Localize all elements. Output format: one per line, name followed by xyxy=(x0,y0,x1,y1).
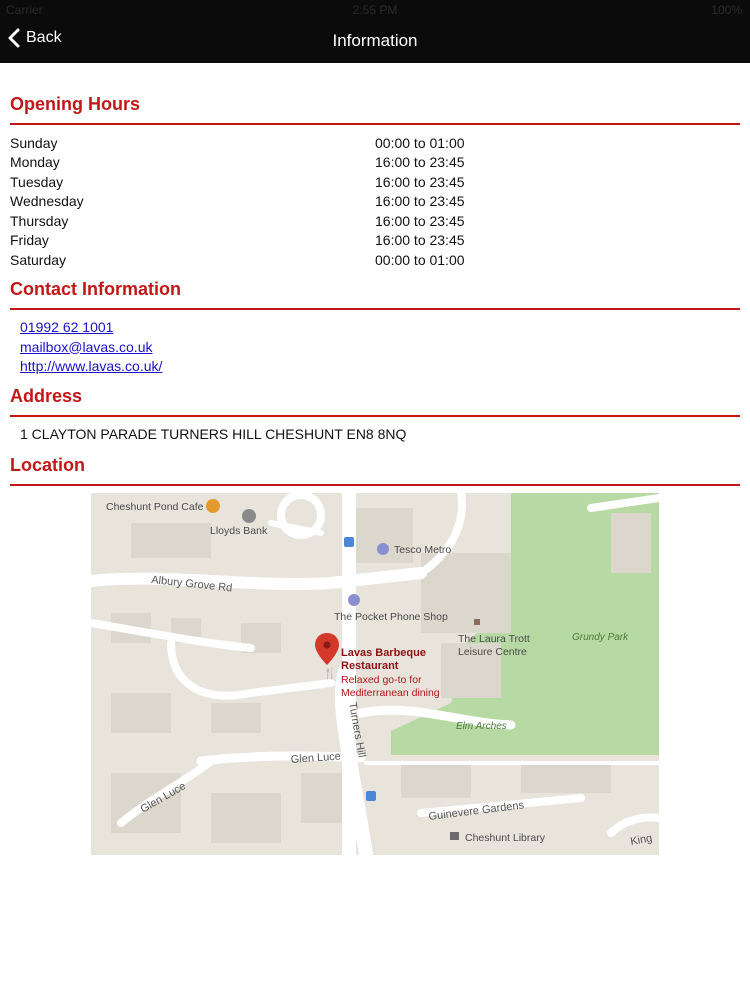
map-label: Elm Arches xyxy=(456,721,507,732)
opening-hours-title: Opening Hours xyxy=(10,94,140,114)
website-link[interactable]: http://www.lavas.co.uk/ xyxy=(20,357,162,377)
address-text: 1 CLAYTON PARADE TURNERS HILL CHESHUNT E… xyxy=(20,426,407,442)
opening-hours-table: Sunday 00:00 to 01:00 Monday 16:00 to 23:4… xyxy=(10,133,740,270)
location-title: Location xyxy=(10,455,85,475)
day-label: Wednesday xyxy=(10,193,84,210)
location-divider xyxy=(10,484,740,486)
map-label: Grundy Park xyxy=(572,632,629,643)
table-row: Tuesday 16:00 to 23:45 xyxy=(10,172,740,192)
map-label: Cheshunt Pond Cafe xyxy=(106,501,204,513)
address-divider xyxy=(10,415,740,417)
day-label: Sunday xyxy=(10,134,58,151)
hours-value: 16:00 to 23:45 xyxy=(375,232,465,249)
table-row: Wednesday 16:00 to 23:45 xyxy=(10,192,740,212)
map-label: The Laura Trott xyxy=(458,633,530,645)
navigation-bar: Carrier 2:55 PM 100% Back Information xyxy=(0,0,750,63)
table-row: Thursday 16:00 to 23:45 xyxy=(10,211,740,231)
map-label: Restaurant xyxy=(341,660,399,672)
contact-info-title: Contact Information xyxy=(10,279,181,299)
status-bar: Carrier 2:55 PM 100% xyxy=(0,0,750,20)
map-label: Lavas Barbeque xyxy=(341,647,426,659)
location-map[interactable]: Cheshunt Pond Cafe Lloyds Bank Tesco Met… xyxy=(91,493,659,855)
svg-text:🍴: 🍴 xyxy=(323,667,337,680)
address-title: Address xyxy=(10,386,83,406)
table-row: Friday 16:00 to 23:45 xyxy=(10,231,740,251)
hours-value: 16:00 to 23:45 xyxy=(375,193,465,210)
map-label: Lloyds Bank xyxy=(210,525,268,537)
hours-value: 16:00 to 23:45 xyxy=(375,212,465,229)
hours-value: 00:00 to 01:00 xyxy=(375,134,465,151)
map-label: Tesco Metro xyxy=(394,544,451,556)
email-link[interactable]: mailbox@lavas.co.uk xyxy=(20,338,162,358)
battery-label: 100% xyxy=(711,3,742,17)
map-label: The Pocket Phone Shop xyxy=(334,611,448,623)
phone-link[interactable]: 01992 62 1001 xyxy=(20,318,162,338)
hours-value: 16:00 to 23:45 xyxy=(375,173,465,190)
map-label: Cheshunt Library xyxy=(465,832,546,844)
day-label: Saturday xyxy=(10,251,67,268)
map-label: Leisure Centre xyxy=(458,646,527,658)
day-label: Tuesday xyxy=(10,173,64,190)
table-row: Sunday 00:00 to 01:00 xyxy=(10,133,740,153)
map-label: Mediterranean dining xyxy=(341,687,440,699)
day-label: Monday xyxy=(10,154,60,171)
status-time: 2:55 PM xyxy=(352,3,398,17)
hours-value: 00:00 to 01:00 xyxy=(375,251,465,268)
contact-info-divider xyxy=(10,308,740,310)
page-title: Information xyxy=(332,31,418,50)
table-row: Saturday 00:00 to 01:00 xyxy=(10,250,740,270)
table-row: Monday 16:00 to 23:45 xyxy=(10,153,740,173)
hours-value: 16:00 to 23:45 xyxy=(375,154,465,171)
contact-list: 01992 62 1001 mailbox@lavas.co.uk http:/… xyxy=(20,318,162,377)
map-label: Relaxed go-to for xyxy=(341,674,422,686)
day-label: Thursday xyxy=(10,212,69,229)
day-label: Friday xyxy=(10,232,49,249)
opening-hours-divider xyxy=(10,123,740,125)
